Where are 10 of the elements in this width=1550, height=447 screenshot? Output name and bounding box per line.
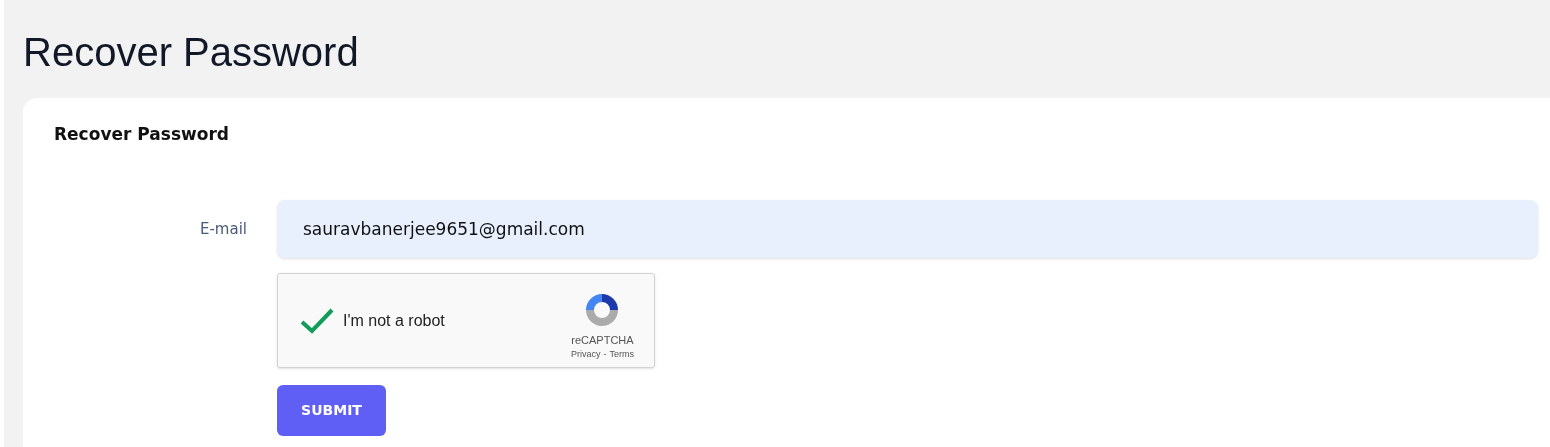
page-title: Recover Password <box>23 29 360 76</box>
submit-button[interactable]: SUBMIT <box>277 385 386 437</box>
card-title: Recover Password <box>54 124 230 146</box>
link-separator: - <box>603 348 607 362</box>
email-label: E-mail <box>199 219 247 241</box>
recaptcha-brand: reCAPTCHA <box>571 332 634 348</box>
captcha-label: I'm not a robot <box>343 310 445 331</box>
terms-link[interactable]: Terms <box>609 348 634 362</box>
privacy-link[interactable]: Privacy <box>571 348 601 362</box>
email-field[interactable]: sauravbanerjee9651@gmail.com <box>277 200 1538 259</box>
